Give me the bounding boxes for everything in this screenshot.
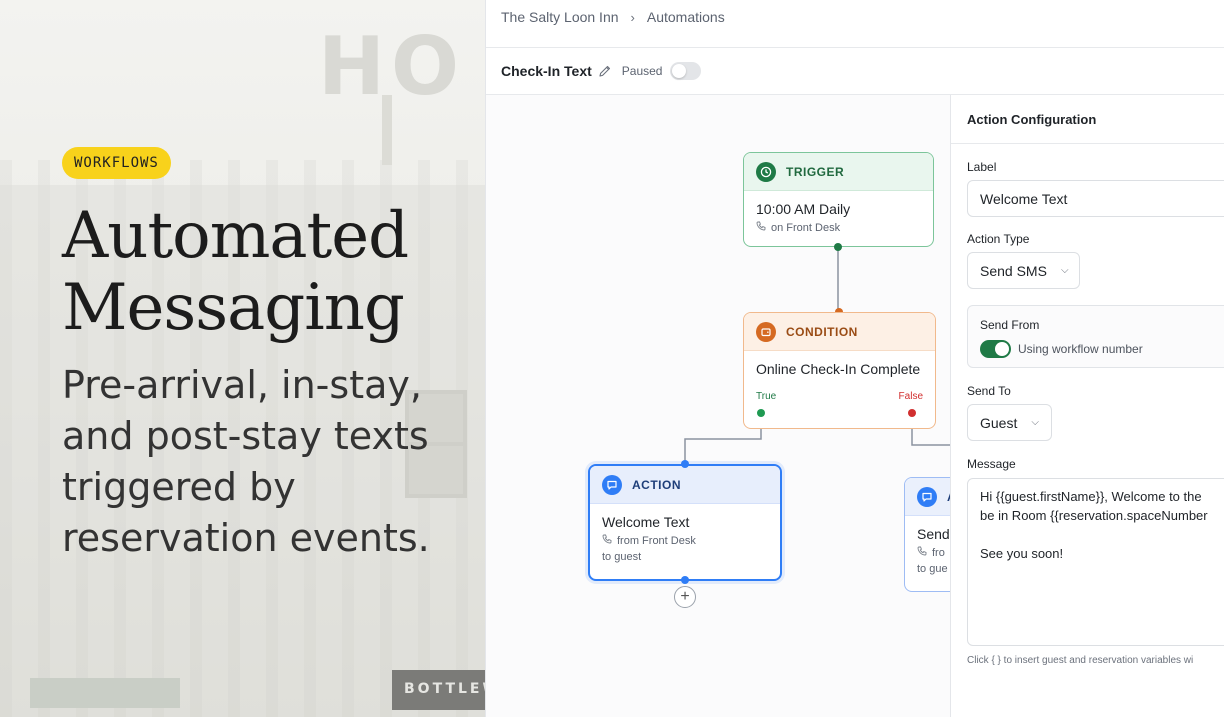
background-store-sign: BOTTLEW <box>392 670 485 710</box>
clock-icon <box>756 161 776 182</box>
trigger-node-meta-text: on Front Desk <box>771 221 841 234</box>
panel-title: Action Configuration <box>951 95 1224 144</box>
action-node-selected[interactable]: ACTION Welcome Text from Front Desk to g… <box>588 464 782 581</box>
action-node-title: Welcome Text <box>602 514 690 530</box>
background-awning <box>30 678 180 708</box>
message-hint: Click { } to insert guest and reservatio… <box>967 655 1194 666</box>
trigger-node-kind: TRIGGER <box>786 164 845 179</box>
phone-icon <box>602 534 612 547</box>
chevron-down-icon: ⌵ <box>1060 265 1069 276</box>
add-step-button[interactable]: + <box>674 586 696 608</box>
trigger-node-meta: on Front Desk <box>744 217 933 234</box>
action-type-value: Send SMS <box>980 262 1047 279</box>
condition-node-kind: CONDITION <box>786 324 858 339</box>
action-output-port[interactable] <box>681 576 689 584</box>
label-input[interactable]: Welcome Text <box>967 180 1224 217</box>
phone-icon <box>917 546 927 559</box>
hero-subtitle: Pre-arrival, in-stay, and post-stay text… <box>62 363 430 560</box>
true-branch-label: True <box>756 391 777 402</box>
message-icon <box>917 486 937 507</box>
condition-node-title: Online Check-In Complete <box>756 361 921 377</box>
workflows-badge: WORKFLOWS <box>62 147 171 179</box>
action-node-meta-text: from Front Desk <box>617 534 696 547</box>
breadcrumb-automations[interactable]: Automations <box>647 9 725 25</box>
action-configuration-panel: Action Configuration Label Welcome Text … <box>950 95 1224 717</box>
action-node-kind: ACTION <box>632 477 681 492</box>
false-output-port[interactable] <box>908 409 916 417</box>
send-from-card: Send From Using workflow number <box>967 305 1224 368</box>
send-from-value: Using workflow number <box>1018 342 1143 356</box>
message-icon <box>602 474 622 495</box>
trigger-node[interactable]: TRIGGER 10:00 AM Daily on Front Desk <box>743 152 934 247</box>
action2-node-meta2: to gue <box>917 563 948 575</box>
hero-panel: HO BOTTLEW WORKFLOWS Automated Messaging… <box>0 0 485 717</box>
action2-node-meta-text: fro <box>932 546 945 559</box>
message-textarea[interactable]: Hi {{guest.firstName}}, Welcome to the b… <box>967 478 1224 646</box>
breadcrumb-property[interactable]: The Salty Loon Inn <box>501 9 619 25</box>
phone-icon <box>756 221 766 234</box>
send-from-toggle[interactable] <box>980 340 1011 358</box>
action-node-meta2: to guest <box>602 551 642 563</box>
breadcrumb: The Salty Loon Inn › Automations <box>501 0 725 34</box>
pencil-icon[interactable] <box>598 64 612 78</box>
condition-branches: True False <box>744 377 935 402</box>
chevron-right-icon: › <box>630 9 635 25</box>
send-to-label: Send To <box>967 384 1011 398</box>
condition-node-header: CONDITION <box>744 313 935 351</box>
message-label: Message <box>967 457 1016 471</box>
true-output-port[interactable] <box>757 409 765 417</box>
condition-icon <box>756 321 776 342</box>
trigger-node-title: 10:00 AM Daily <box>756 201 851 217</box>
action-node-header: ACTION <box>590 466 780 504</box>
workflow-name: Check-In Text <box>501 63 592 79</box>
app-window: The Salty Loon Inn › Automations Check-I… <box>485 0 1224 717</box>
hero-title-line-1: Automated <box>62 199 409 273</box>
workflow-status: Paused <box>621 64 663 78</box>
action2-node-title: Send <box>917 526 950 542</box>
send-to-value: Guest <box>980 414 1018 431</box>
action-node-meta: from Front Desk <box>590 530 780 547</box>
workflow-active-toggle[interactable] <box>670 62 702 80</box>
trigger-node-header: TRIGGER <box>744 153 933 191</box>
action-input-port[interactable] <box>681 460 689 468</box>
action-type-label: Action Type <box>967 232 1030 246</box>
workflow-titlebar: Check-In Text Paused <box>501 48 702 94</box>
action-node-secondary[interactable]: A Send fro to gue <box>904 477 951 592</box>
hero-title-line-2: Messaging <box>62 271 405 345</box>
send-to-select[interactable]: Guest ⌵ <box>967 404 1052 441</box>
trigger-output-port[interactable] <box>834 243 842 251</box>
chevron-down-icon: ⌵ <box>1031 417 1039 428</box>
background-sign-pole <box>382 95 392 165</box>
workflow-canvas[interactable]: TRIGGER 10:00 AM Daily on Front Desk CON… <box>486 95 951 717</box>
action2-node-meta: fro <box>905 542 951 559</box>
action-type-select[interactable]: Send SMS ⌵ <box>967 252 1080 289</box>
false-branch-label: False <box>898 391 923 402</box>
label-field-label: Label <box>967 160 997 174</box>
hero-title: Automated Messaging <box>62 200 482 344</box>
send-from-label: Send From <box>980 318 1040 332</box>
action2-node-header: A <box>905 478 951 516</box>
